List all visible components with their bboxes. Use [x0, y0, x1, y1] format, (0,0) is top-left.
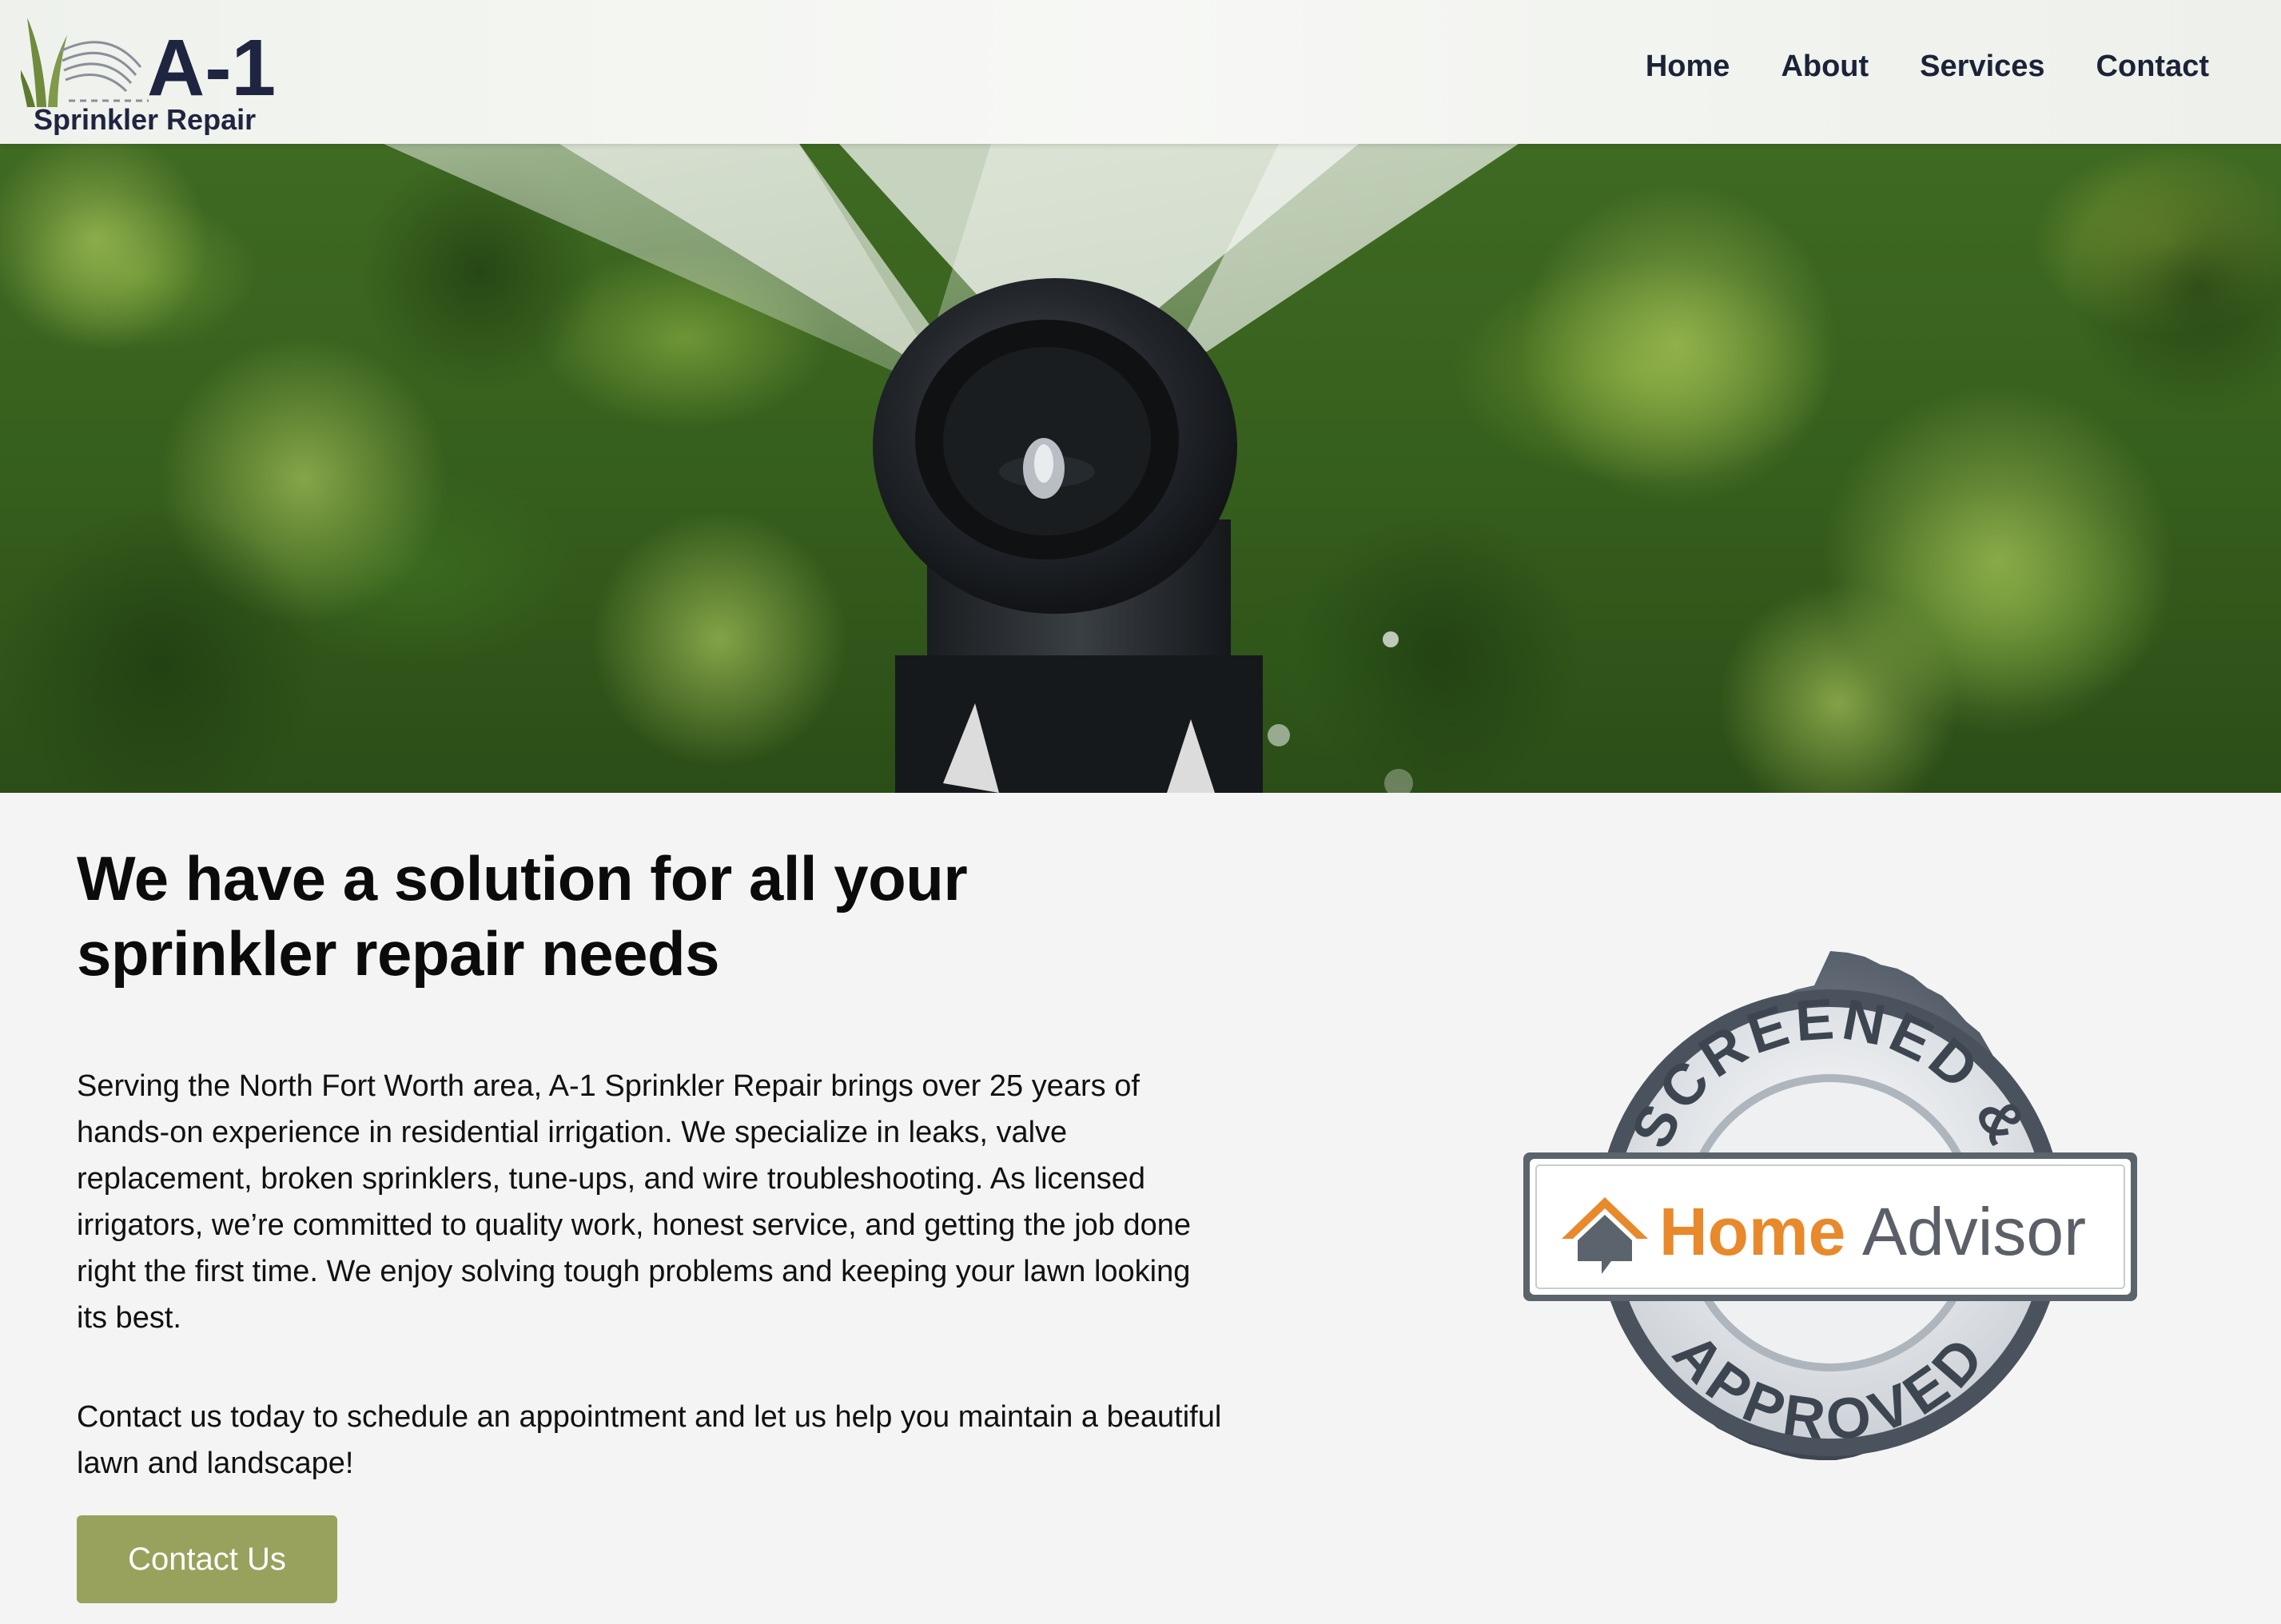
- intro-paragraph: Serving the North Fort Worth area, A-1 S…: [77, 1069, 1192, 1335]
- svg-text:Advisor: Advisor: [1862, 1194, 2086, 1269]
- main-nav: Home About Services Contact: [1646, 50, 2209, 84]
- contact-paragraph: Contact us today to schedule an appointm…: [77, 1400, 1222, 1480]
- hero-image: [0, 144, 2281, 793]
- homeadvisor-badge: SCREENED & APPROVED Home Advisor: [1519, 943, 2142, 1503]
- nav-services[interactable]: Services: [1920, 50, 2044, 84]
- main-content: We have a solution for all your sprinkle…: [77, 841, 1244, 1487]
- sprinkler-photo: [0, 144, 2281, 793]
- nav-contact[interactable]: Contact: [2096, 50, 2209, 84]
- page-headline: We have a solution for all your sprinkle…: [77, 843, 968, 989]
- svg-text:Sprinkler Repair: Sprinkler Repair: [34, 103, 256, 135]
- contact-us-button[interactable]: Contact Us: [77, 1515, 337, 1603]
- svg-text:A-1: A-1: [147, 23, 276, 113]
- logo-graphic: A-1 Sprinkler Repair: [21, 18, 276, 135]
- nav-about[interactable]: About: [1781, 50, 1869, 84]
- svg-text:Home: Home: [1659, 1194, 1845, 1269]
- screened-approved-seal: SCREENED & APPROVED Home Advisor: [1523, 951, 2137, 1460]
- site-header: A-1 Sprinkler Repair Home About Services…: [0, 0, 2281, 144]
- nav-home[interactable]: Home: [1646, 50, 1730, 84]
- company-logo[interactable]: A-1 Sprinkler Repair: [21, 11, 285, 135]
